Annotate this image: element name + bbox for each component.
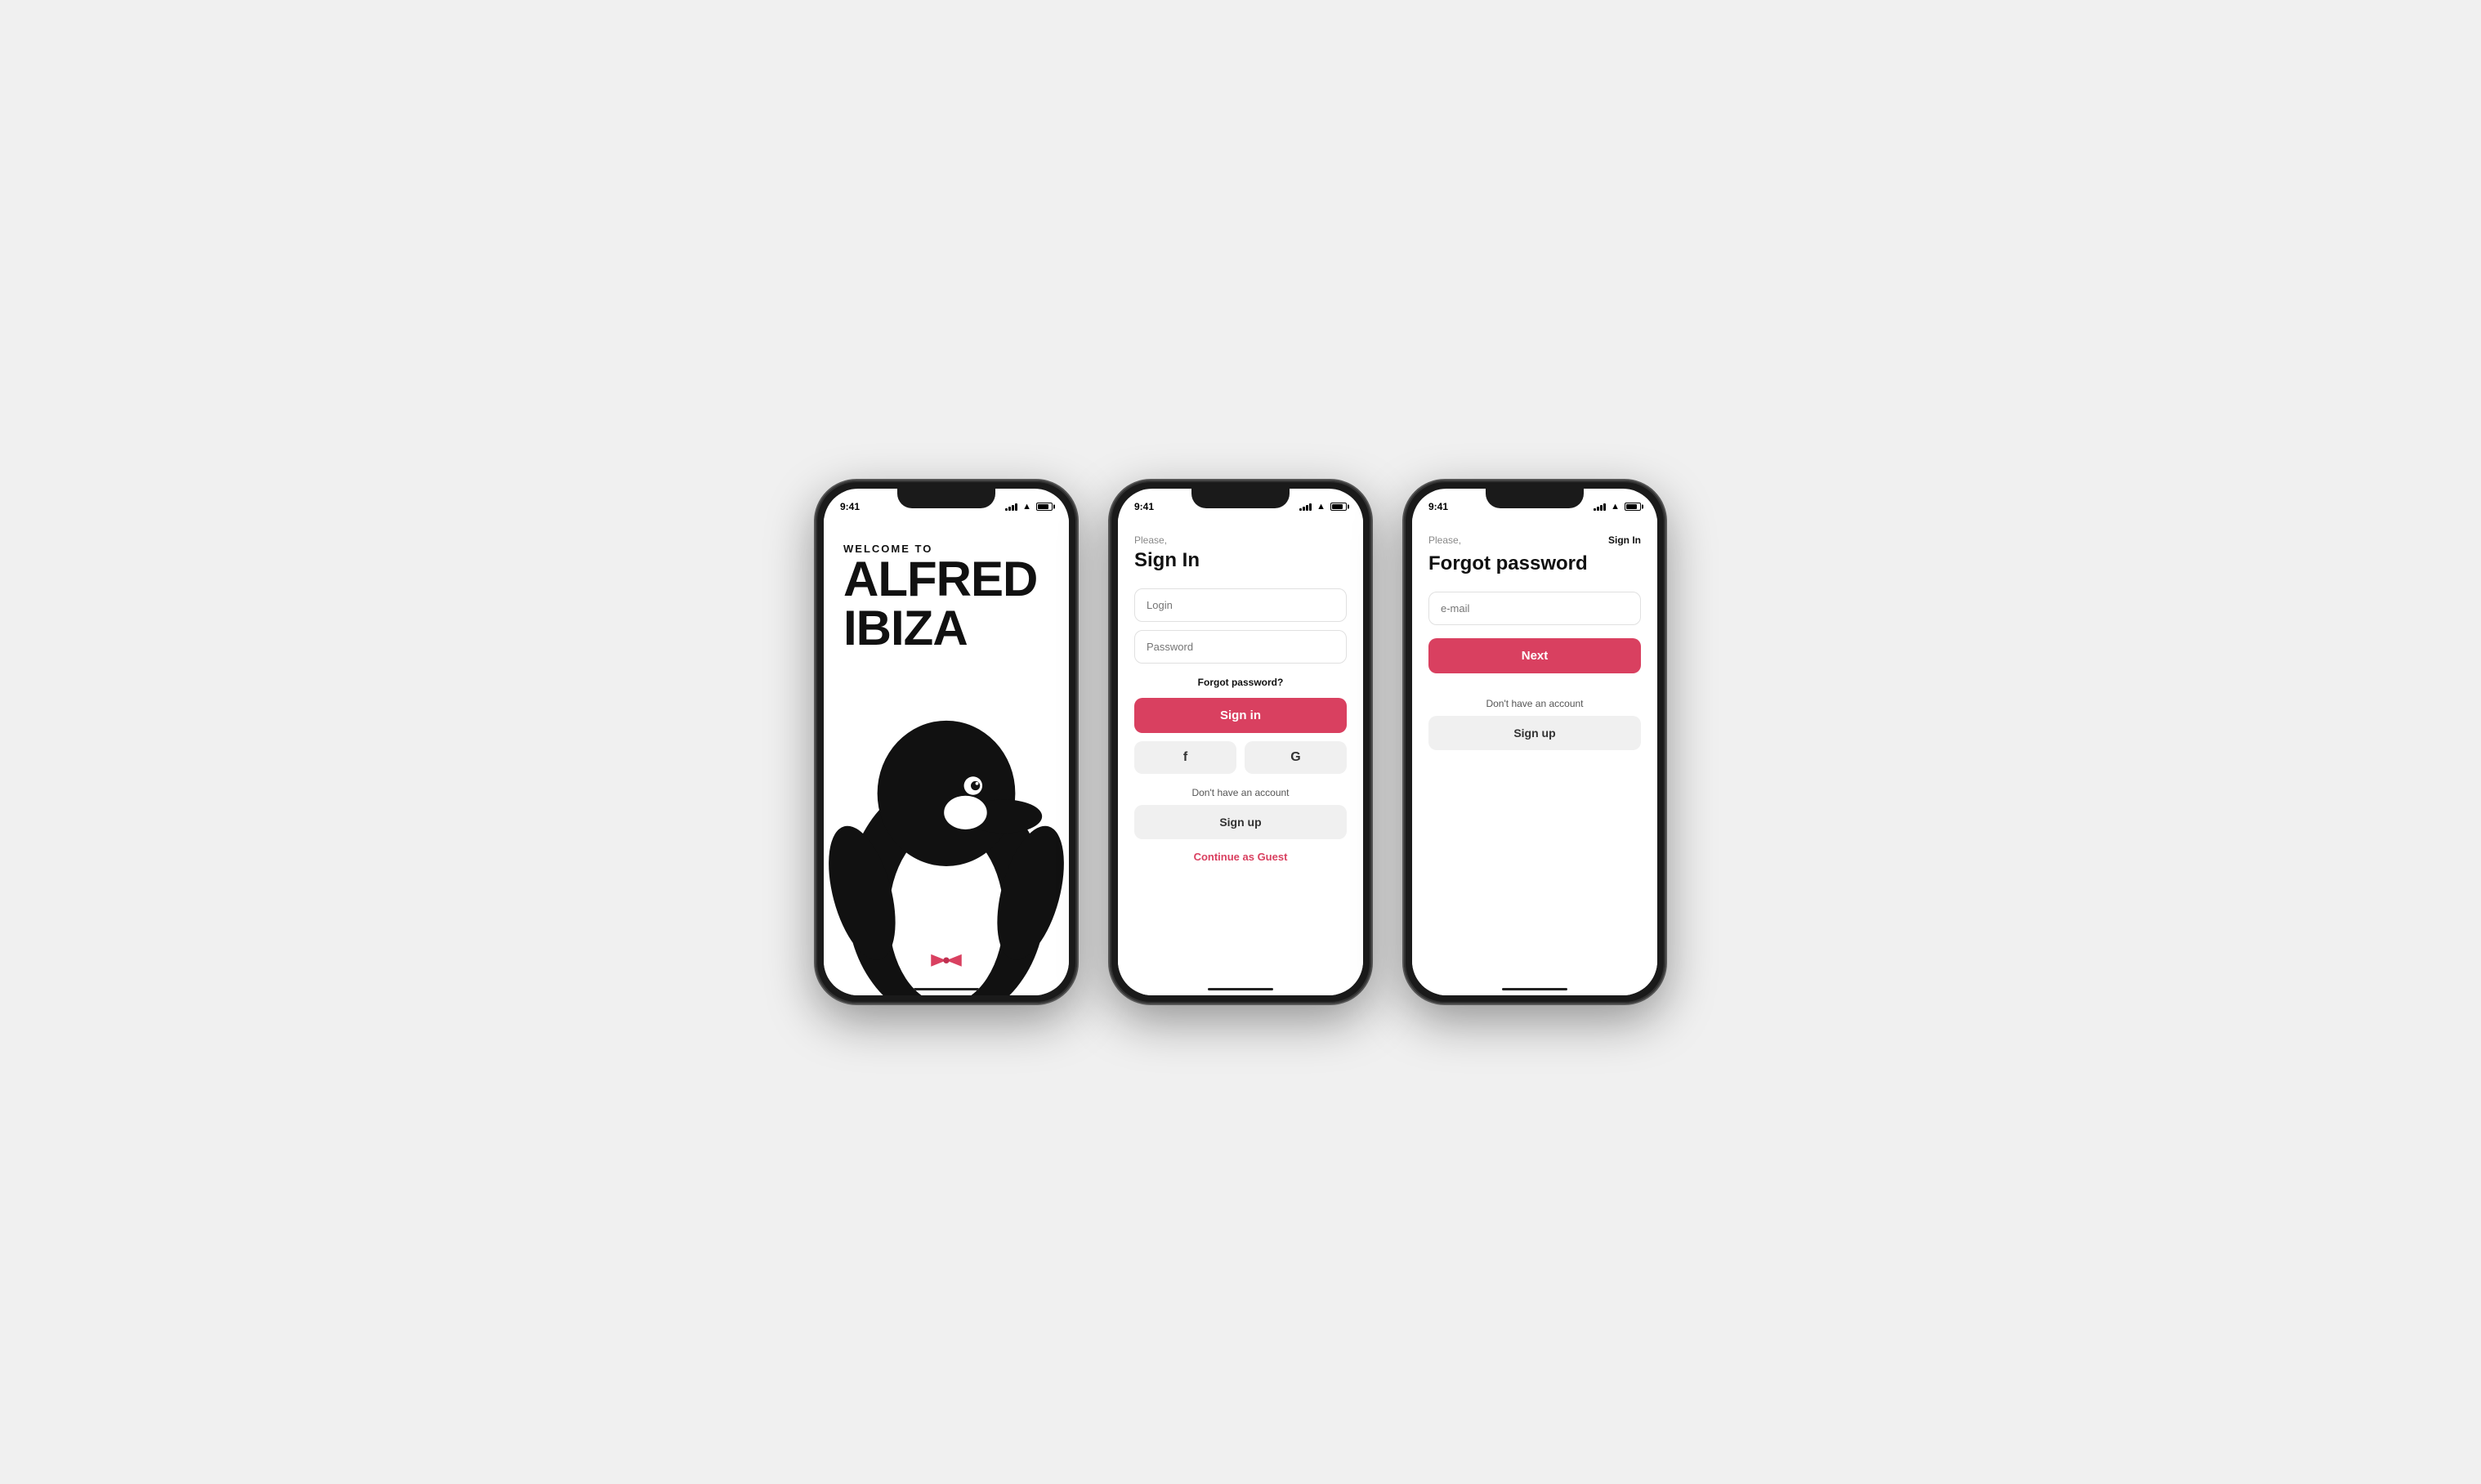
- no-account-label-3: Don't have an account: [1428, 698, 1641, 709]
- time-2: 9:41: [1134, 501, 1154, 512]
- signal-icon: [1005, 503, 1017, 511]
- home-indicator-3: [1502, 988, 1567, 990]
- notch-2: [1191, 489, 1290, 508]
- status-icons-2: ▲: [1299, 502, 1347, 512]
- forgot-subtitle: Please,: [1428, 534, 1461, 546]
- notch-1: [897, 489, 995, 508]
- time-3: 9:41: [1428, 501, 1448, 512]
- password-input[interactable]: [1134, 630, 1347, 664]
- social-buttons: f G: [1134, 741, 1347, 774]
- home-indicator-2: [1208, 988, 1273, 990]
- forgot-screen: Please, Sign In Forgot password Next Don…: [1412, 518, 1657, 995]
- penguin-illustration: [824, 637, 1069, 995]
- signin-button[interactable]: Sign in: [1134, 698, 1347, 733]
- signin-nav-link[interactable]: Sign In: [1608, 534, 1641, 546]
- signin-subtitle: Please,: [1134, 534, 1347, 546]
- login-input[interactable]: [1134, 588, 1347, 622]
- signin-title: Sign In: [1134, 549, 1347, 572]
- forgot-title: Forgot password: [1428, 552, 1641, 575]
- forgot-header: Please, Sign In: [1428, 534, 1641, 549]
- facebook-button[interactable]: f: [1134, 741, 1236, 774]
- next-button[interactable]: Next: [1428, 638, 1641, 673]
- battery-icon: [1036, 503, 1053, 511]
- battery-icon-2: [1330, 503, 1347, 511]
- google-button[interactable]: G: [1245, 741, 1347, 774]
- signup-button[interactable]: Sign up: [1134, 805, 1347, 839]
- home-indicator-1: [914, 988, 979, 990]
- app-name-alfred: ALFRED: [843, 555, 1037, 604]
- time-1: 9:41: [840, 501, 860, 512]
- status-icons-1: ▲: [1005, 502, 1053, 512]
- signin-screen: Please, Sign In Forgot password? Sign in…: [1118, 518, 1363, 995]
- app-name-ibiza: IBIZA: [843, 604, 1037, 653]
- signal-icon-2: [1299, 503, 1312, 511]
- wifi-icon-3: ▲: [1611, 502, 1620, 512]
- email-input[interactable]: [1428, 592, 1641, 625]
- notch-3: [1486, 489, 1584, 508]
- phone-1: 9:41 ▲ WE: [816, 481, 1077, 1003]
- guest-link[interactable]: Continue as Guest: [1134, 851, 1347, 863]
- signal-icon-3: [1594, 503, 1606, 511]
- signup-button-3[interactable]: Sign up: [1428, 716, 1641, 750]
- app-showcase: 9:41 ▲ WE: [816, 481, 1665, 1003]
- phone-2: 9:41 ▲ Please,: [1110, 481, 1371, 1003]
- forgot-password-link[interactable]: Forgot password?: [1134, 677, 1347, 688]
- battery-icon-3: [1625, 503, 1641, 511]
- status-icons-3: ▲: [1594, 502, 1641, 512]
- phone-3: 9:41 ▲ Pl: [1404, 481, 1665, 1003]
- splash-text: WELCOME TO ALFRED IBIZA: [843, 543, 1037, 653]
- splash-screen: WELCOME TO ALFRED IBIZA: [824, 518, 1069, 995]
- no-account-label: Don't have an account: [1134, 787, 1347, 798]
- wifi-icon-2: ▲: [1316, 502, 1325, 512]
- wifi-icon: ▲: [1022, 502, 1031, 512]
